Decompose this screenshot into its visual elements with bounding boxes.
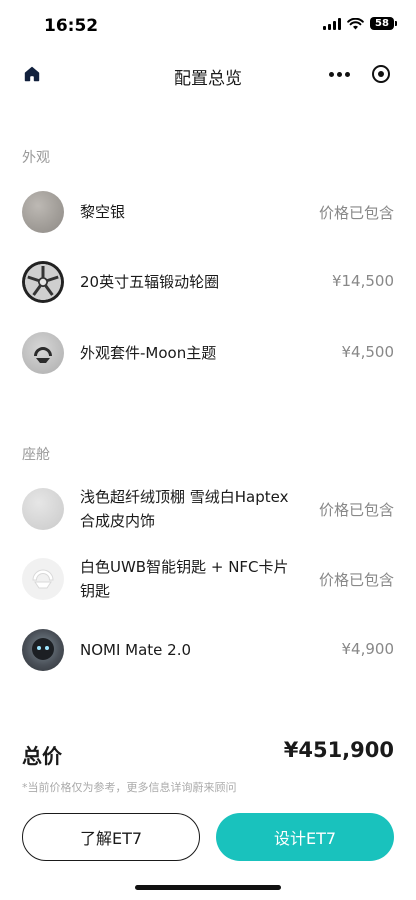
learn-et7-button[interactable]: 了解ET7 (22, 813, 200, 861)
price-disclaimer: *当前价格仅为参考，更多信息详询蔚来顾问 (22, 781, 237, 794)
total-label: 总价 (22, 744, 62, 768)
key-swatch (22, 558, 64, 600)
silver-paint-swatch (22, 191, 64, 233)
close-miniprogram-button[interactable] (360, 58, 402, 90)
moon-kit-swatch (22, 332, 64, 374)
wifi-icon (347, 17, 364, 29)
config-item-price: 价格已包含 (318, 204, 394, 222)
config-item-price: 价格已包含 (318, 571, 394, 589)
config-item-name: 外观套件-Moon主题 (80, 344, 217, 362)
config-item-name: 白色UWB智能钥匙 + NFC卡片钥匙 (80, 558, 289, 600)
status-time: 16:52 (44, 16, 99, 36)
home-indicator[interactable] (135, 885, 281, 890)
status-bar: 16:52 58 (0, 0, 416, 52)
config-item-price: ¥4,500 (341, 343, 395, 361)
config-item-price: 价格已包含 (318, 501, 394, 519)
wheel-swatch (22, 261, 64, 303)
config-item: 浅色超纤绒顶棚 雪绒白Haptex合成皮内饰 价格已包含 (0, 488, 416, 530)
interior-swatch (22, 488, 64, 530)
config-item-name: 浅色超纤绒顶棚 雪绒白Haptex合成皮内饰 (80, 488, 289, 530)
config-item: NOMI Mate 2.0 ¥4,900 (0, 629, 416, 671)
more-options-button[interactable] (318, 58, 360, 90)
config-item: 白色UWB智能钥匙 + NFC卡片钥匙 价格已包含 (0, 558, 416, 600)
target-icon (372, 65, 390, 83)
design-et7-button[interactable]: 设计ET7 (216, 813, 394, 861)
nio-logo-icon (32, 569, 54, 589)
config-item: 外观套件-Moon主题 ¥4,500 (0, 332, 416, 374)
nio-logo-icon (34, 347, 52, 363)
battery-icon: 58 (370, 17, 397, 30)
config-item-name: NOMI Mate 2.0 (80, 641, 192, 659)
wheel-icon (27, 266, 59, 296)
config-item-price: ¥14,500 (331, 272, 394, 290)
cellular-signal-icon (323, 17, 341, 30)
config-item: 黎空银 价格已包含 (0, 191, 416, 233)
section-label-exterior: 外观 (22, 150, 50, 166)
config-item-name: 黎空银 (80, 203, 126, 221)
nomi-swatch (22, 629, 64, 671)
config-item-name: 20英寸五辐锻动轮圈 (80, 273, 220, 291)
miniprogram-capsule (318, 58, 402, 90)
config-item: 20英寸五辐锻动轮圈 ¥14,500 (0, 261, 416, 303)
total-price: ¥451,900 (283, 738, 394, 762)
section-label-cabin: 座舱 (22, 447, 50, 463)
status-icons: 58 (323, 17, 397, 30)
config-item-price: ¥4,900 (341, 640, 395, 658)
nav-bar: 配置总览 (0, 52, 416, 96)
nomi-robot-icon (32, 638, 54, 660)
